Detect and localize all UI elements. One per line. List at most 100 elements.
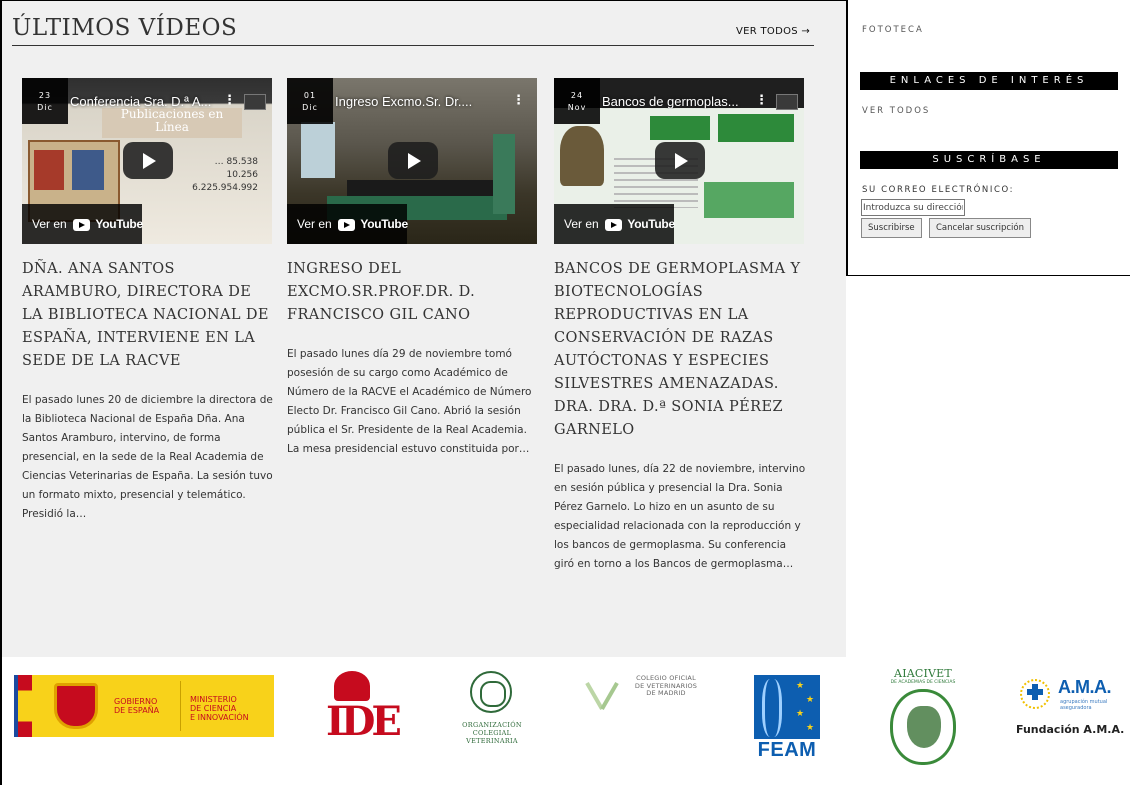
fundacion-ama-text: Fundación A.M.A.	[1016, 723, 1125, 736]
youtube-wordmark: YouTube	[360, 217, 408, 231]
ocv-emblem-icon	[470, 671, 512, 713]
bird-image	[560, 126, 604, 186]
video-thumbnail[interactable]: 24 Nov Bancos de germoplas... ⋮ Ver en Y…	[554, 78, 804, 244]
manuscript-figure-left	[34, 150, 64, 190]
ipe-letters: IDE	[326, 698, 402, 745]
date-day: 01	[303, 91, 317, 100]
academy-banner	[493, 134, 515, 214]
play-icon[interactable]	[388, 142, 438, 179]
crown-icon	[334, 671, 370, 701]
slide-box	[704, 182, 794, 218]
star-icon: ★	[806, 695, 815, 705]
video-title[interactable]: Ingreso Excmo.Sr. Dr....	[335, 94, 507, 109]
watch-on-youtube-button[interactable]: Ver en YouTube	[554, 204, 675, 244]
date-badge: 24 Nov	[554, 78, 600, 124]
ama-cross-icon	[1027, 684, 1043, 700]
organizacion-colegial-veterinaria-logo[interactable]: ORGANIZACIÓN COLEGIAL VETERINARIA	[452, 671, 532, 761]
play-icon[interactable]	[655, 142, 705, 179]
aiacivet-logo[interactable]: AIACIVET DE ACADEMIAS DE CIENCIAS	[882, 667, 964, 777]
thumbnail-number: 6.225.954.992	[192, 183, 258, 193]
see-all-videos-link[interactable]: VER TODOS →	[736, 26, 810, 37]
watch-on-youtube-button[interactable]: Ver en YouTube	[287, 204, 408, 244]
more-options-icon[interactable]: ⋮	[223, 93, 236, 108]
youtube-icon	[605, 218, 623, 231]
subscribe-button[interactable]: Suscribirse	[861, 218, 922, 238]
date-month: Nov	[567, 103, 587, 112]
email-label: SU CORREO ELECTRÓNICO:	[862, 185, 1015, 195]
watch-on-label: Ver en	[32, 217, 67, 231]
channel-icon[interactable]	[244, 94, 266, 110]
star-icon: ★	[796, 709, 805, 719]
channel-icon[interactable]	[776, 94, 798, 110]
email-input[interactable]	[861, 199, 965, 216]
coat-of-arms-icon	[54, 683, 98, 729]
partner-logos: GOBIERNO DE ESPAÑA MINISTERIO DE CIENCIA…	[2, 657, 1130, 785]
subscribe-heading: SUSCRÍBASE	[860, 151, 1118, 169]
cancel-subscription-button[interactable]: Cancelar suscripción	[929, 218, 1031, 238]
aiacivet-subtitle: DE ACADEMIAS DE CIENCIAS	[890, 680, 956, 685]
dna-icon	[762, 679, 782, 737]
section-divider	[12, 45, 814, 46]
video-card-1: Publicaciones en Línea … 85.538 10.256 6…	[22, 78, 274, 524]
fototeca-link[interactable]: FOTOTECA	[862, 25, 924, 35]
ama-wordmark: A.M.A.	[1058, 677, 1112, 697]
watch-on-label: Ver en	[564, 217, 599, 231]
ama-subtitle: agrupación mutual aseguradora	[1060, 699, 1108, 711]
youtube-icon	[73, 218, 91, 231]
cov-text: COLEGIO OFICIAL DE VETERINARIOS DE MADRI…	[634, 674, 698, 697]
play-icon[interactable]	[123, 142, 173, 179]
card-title[interactable]: BANCOS DE GERMOPLASMA Y BIOTECNOLOGÍAS R…	[554, 258, 806, 442]
links-see-all-link[interactable]: VER TODOS	[862, 106, 930, 116]
gobierno-espana-logo[interactable]: GOBIERNO DE ESPAÑA MINISTERIO DE CIENCIA…	[14, 675, 274, 737]
projection-screen	[301, 122, 335, 178]
youtube-wordmark: YouTube	[627, 217, 675, 231]
card-excerpt: El pasado lunes 20 de diciembre la direc…	[22, 394, 273, 520]
date-day: 24	[570, 91, 584, 100]
date-month: Dic	[302, 103, 318, 112]
aiacivet-name: AIACIVET	[894, 667, 952, 680]
panel-members	[347, 180, 497, 196]
ipe-logo[interactable]: IDE	[326, 671, 402, 755]
links-heading: ENLACES DE INTERÉS	[860, 72, 1118, 90]
watch-on-label: Ver en	[297, 217, 332, 231]
ocv-text: ORGANIZACIÓN COLEGIAL VETERINARIA	[462, 721, 522, 745]
video-title[interactable]: Bancos de germoplas...	[602, 94, 758, 109]
video-card-2: 01 Dic Ingreso Excmo.Sr. Dr.... ⋮ Ver en…	[287, 78, 539, 459]
feam-emblem: ★ ★ ★ ★	[754, 675, 820, 739]
eu-spain-flag-icon	[14, 675, 32, 737]
video-title[interactable]: Conferencia Sra. D.ª A...	[70, 94, 226, 109]
slide-box	[718, 114, 794, 142]
date-badge: 01 Dic	[287, 78, 333, 124]
colegio-veterinarios-madrid-logo[interactable]: COLEGIO OFICIAL DE VETERINARIOS DE MADRI…	[588, 673, 714, 713]
star-icon: ★	[806, 723, 815, 733]
video-thumbnail[interactable]: 01 Dic Ingreso Excmo.Sr. Dr.... ⋮ Ver en…	[287, 78, 537, 244]
youtube-wordmark: YouTube	[95, 217, 143, 231]
aiacivet-seal-icon	[890, 689, 956, 765]
latest-videos-section: ÚLTIMOS VÍDEOS VER TODOS → Publicaciones…	[2, 1, 846, 657]
date-badge: 23 Dic	[22, 78, 68, 124]
sidebar: FOTOTECA ENLACES DE INTERÉS VER TODOS SU…	[846, 0, 1130, 276]
section-title: ÚLTIMOS VÍDEOS	[12, 15, 238, 41]
watch-on-youtube-button[interactable]: Ver en YouTube	[22, 204, 143, 244]
gobierno-text: GOBIERNO DE ESPAÑA	[114, 697, 160, 715]
ministerio-text: MINISTERIO DE CIENCIA E INNOVACIÓN	[190, 695, 249, 722]
card-excerpt: El pasado lunes, día 22 de noviembre, in…	[554, 463, 806, 570]
card-title[interactable]: INGRESO DEL EXCMO.SR.PROF.DR. D. FRANCIS…	[287, 258, 539, 327]
thumbnail-heading: Publicaciones en Línea	[102, 108, 242, 138]
more-options-icon[interactable]: ⋮	[755, 93, 768, 108]
feam-logo[interactable]: ★ ★ ★ ★ FEAM	[754, 675, 820, 785]
youtube-icon	[338, 218, 356, 231]
fundacion-ama-logo[interactable]: A.M.A. agrupación mutual aseguradora Fun…	[1012, 677, 1124, 747]
manuscript-figure-right	[72, 150, 104, 190]
video-card-3: 24 Nov Bancos de germoplas... ⋮ Ver en Y…	[554, 78, 806, 574]
card-excerpt: El pasado lunes día 29 de noviembre tomó…	[287, 348, 532, 455]
date-day: 23	[38, 91, 52, 100]
star-icon: ★	[796, 681, 805, 691]
video-thumbnail[interactable]: Publicaciones en Línea … 85.538 10.256 6…	[22, 78, 272, 244]
more-options-icon[interactable]: ⋮	[512, 93, 525, 108]
card-title[interactable]: DÑA. ANA SANTOS ARAMBURO, DIRECTORA DE L…	[22, 258, 274, 373]
cov-v-icon	[588, 679, 618, 709]
logo-divider	[180, 681, 181, 731]
date-month: Dic	[37, 103, 53, 112]
feam-wordmark: FEAM	[757, 739, 817, 761]
